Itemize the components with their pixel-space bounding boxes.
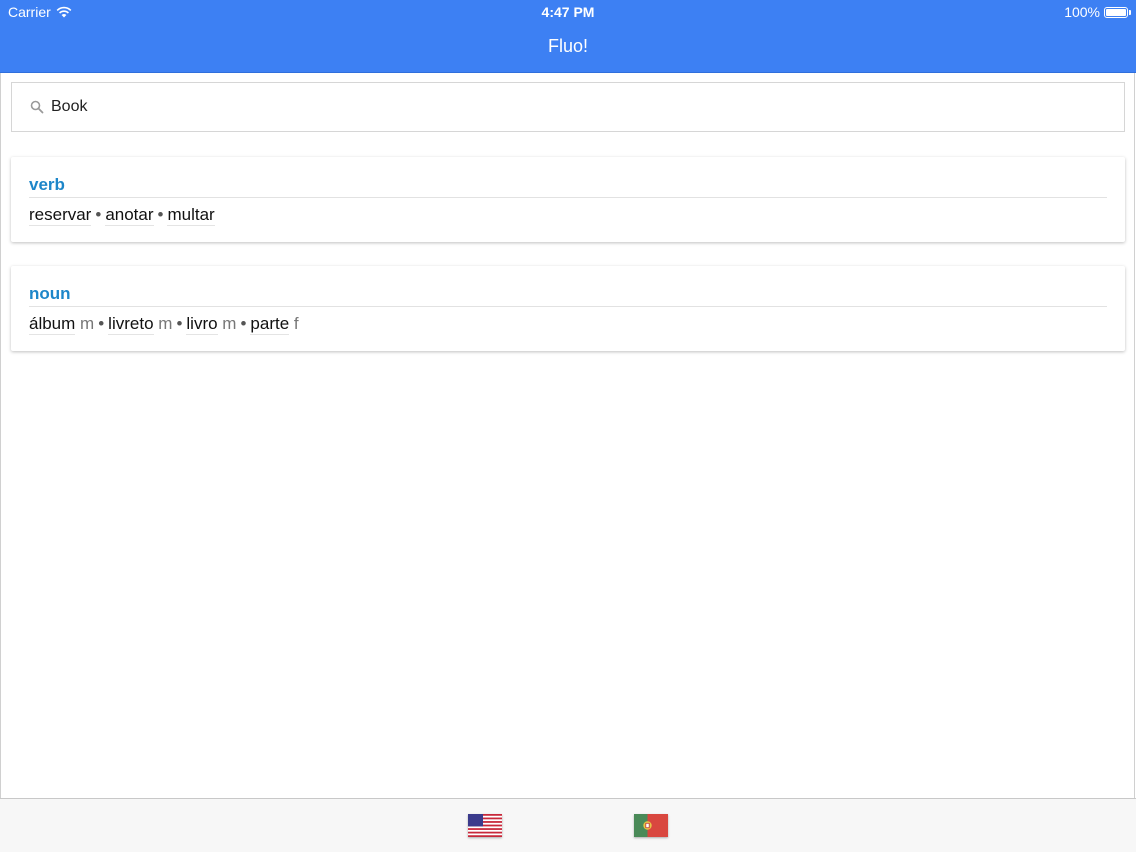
gender-marker: m (80, 314, 95, 333)
status-bar: Carrier 4:47 PM 100% (0, 0, 1136, 24)
part-of-speech-label: noun (29, 266, 1107, 307)
translation-word[interactable]: livreto (108, 314, 154, 335)
navigation-bar: Fluo! (0, 24, 1136, 73)
translation-word[interactable]: multar (167, 205, 215, 226)
separator-dot: • (95, 205, 102, 224)
portugal-flag-icon[interactable] (634, 814, 668, 837)
gender-marker: m (222, 314, 237, 333)
search-input[interactable] (49, 97, 1053, 117)
search-bar[interactable] (11, 82, 1125, 132)
separator-dot: • (157, 205, 164, 224)
search-icon (30, 100, 44, 114)
app-title: Fluo! (547, 36, 589, 56)
separator-dot: • (98, 314, 105, 333)
translation-list: álbum m • livreto m • livro m • parte f (29, 307, 1107, 335)
separator-dot: • (240, 314, 247, 333)
separator-dot: • (176, 314, 183, 333)
translation-word[interactable]: álbum (29, 314, 76, 335)
gender-marker: f (293, 314, 299, 333)
tab-bar (0, 798, 1136, 852)
gender-marker: m (158, 314, 173, 333)
status-time: 4:47 PM (541, 4, 595, 20)
status-right: 100% (1064, 4, 1131, 20)
translation-list: reservar • anotar • multar (29, 198, 1107, 226)
battery-icon (1104, 6, 1131, 18)
battery-percent: 100% (1064, 4, 1100, 20)
translation-word[interactable]: parte (250, 314, 290, 335)
translation-word[interactable]: livro (186, 314, 218, 335)
verb-entry-card: verb reservar • anotar • multar (11, 157, 1125, 242)
translation-word[interactable]: anotar (105, 205, 154, 226)
part-of-speech-label: verb (29, 157, 1107, 198)
noun-entry-card: noun álbum m • livreto m • livro m • parte f (11, 266, 1125, 351)
translation-word[interactable]: reservar (29, 205, 92, 226)
us-flag-icon[interactable] (468, 814, 502, 837)
